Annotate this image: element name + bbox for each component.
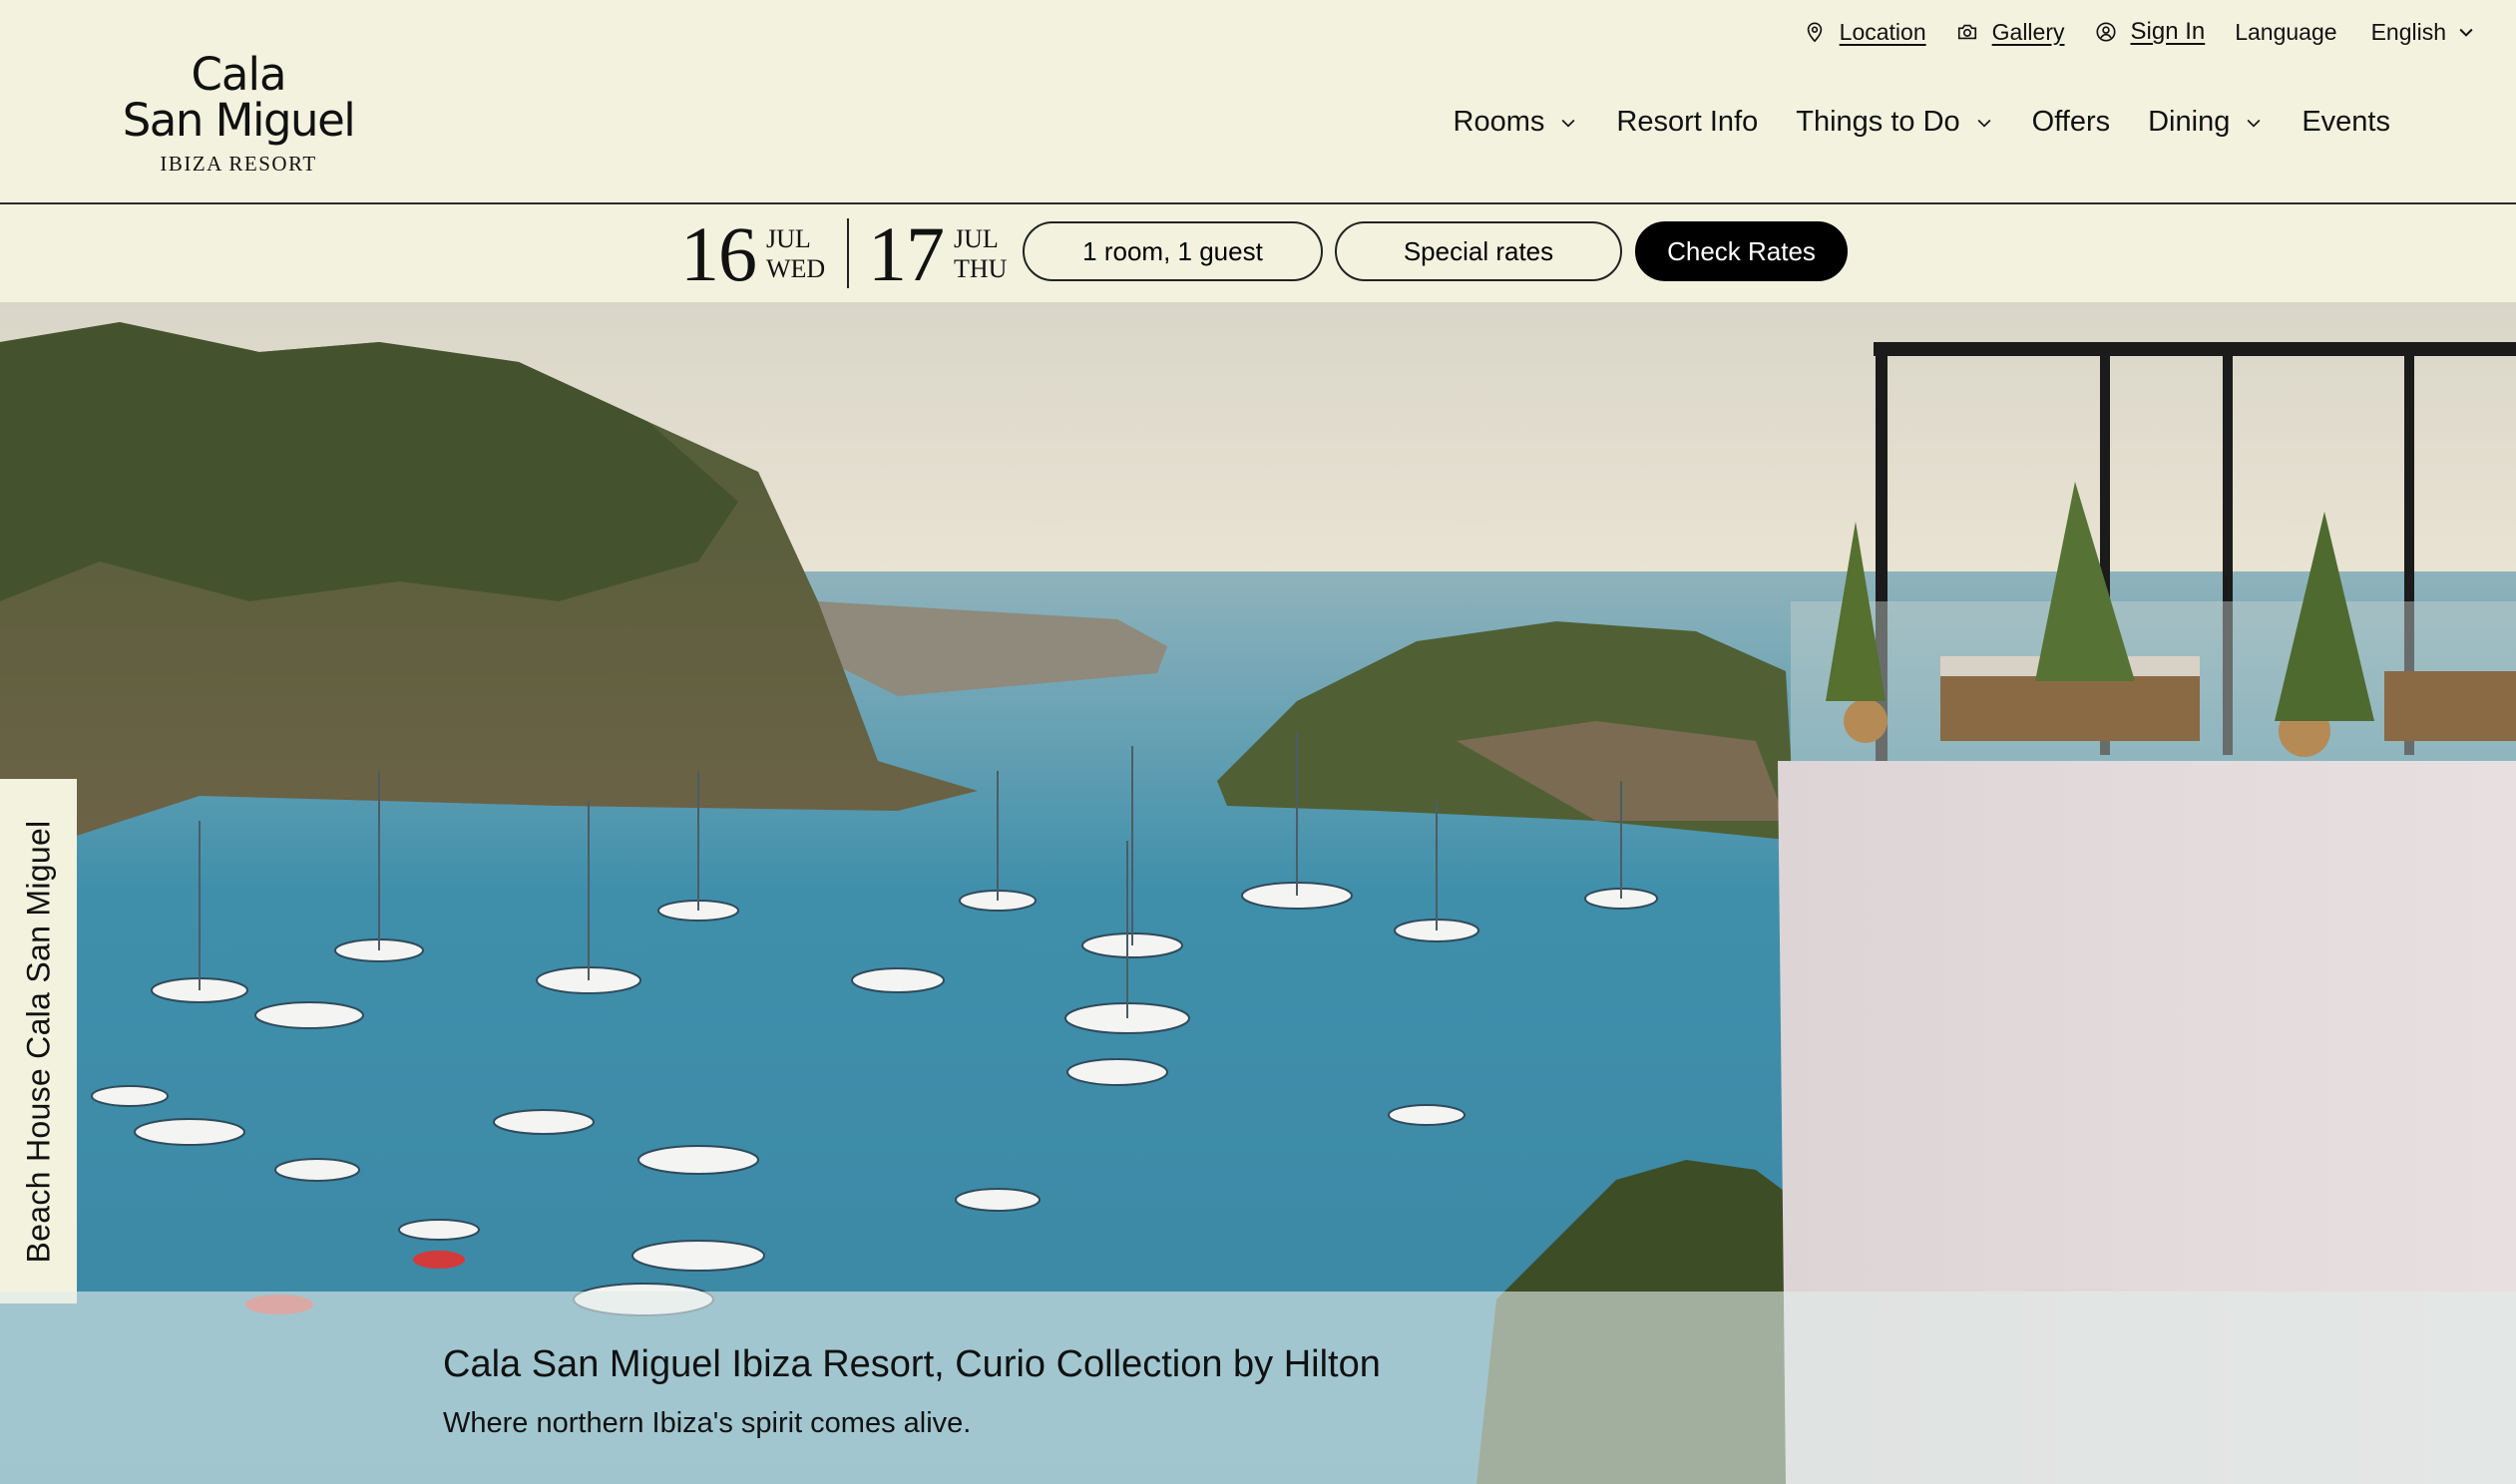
chevron-down-icon — [2459, 28, 2473, 37]
nav-item-rooms[interactable]: Rooms — [1454, 106, 1579, 139]
camera-icon — [1957, 24, 1976, 40]
main-nav: Rooms Resort Info Things to Do Offers Di… — [1416, 106, 2390, 139]
nav-item-events-label: Events — [2302, 106, 2390, 138]
nav-item-offers-label: Offers — [2031, 106, 2111, 138]
hero-title: Cala San Miguel Ibiza Resort, Curio Coll… — [443, 1343, 1381, 1385]
chevron-down-icon — [2247, 119, 2261, 128]
nav-item-things-to-do[interactable]: Things to Do — [1796, 106, 1993, 139]
logo-line-san-miguel: San Miguel — [122, 94, 356, 147]
language-label: Language — [2235, 19, 2336, 46]
user-circle-icon — [2095, 22, 2116, 42]
nav-item-offers[interactable]: Offers — [2032, 106, 2110, 139]
checkout-day: 17 — [868, 210, 945, 297]
checkin-month: JUL — [766, 224, 811, 253]
utility-nav: Location Gallery Sign In Language Englis… — [1774, 14, 2476, 50]
nav-item-dining-label: Dining — [2148, 106, 2231, 138]
rooms-guests-button[interactable]: 1 room, 1 guest — [1023, 221, 1323, 281]
site-header: Cala San Miguel IBIZA RESORT Location Ga… — [0, 0, 2516, 204]
map-pin-icon — [1807, 22, 1822, 43]
checkin-date[interactable]: 16 JUL WED — [680, 210, 826, 297]
chevron-down-icon — [1977, 119, 1991, 128]
nav-item-things-to-do-label: Things to Do — [1796, 106, 1960, 138]
nav-item-dining[interactable]: Dining — [2148, 106, 2264, 139]
special-rates-button[interactable]: Special rates — [1335, 221, 1622, 281]
hero-subtitle: Where northern Ibiza's spirit comes aliv… — [443, 1407, 972, 1439]
sign-in-label: Sign In — [2130, 18, 2206, 45]
date-divider — [847, 218, 849, 288]
chevron-down-icon — [1561, 119, 1575, 128]
location-link[interactable]: Location — [1804, 19, 1926, 46]
nav-item-rooms-label: Rooms — [1453, 106, 1545, 138]
checkout-month: JUL — [954, 224, 999, 253]
sign-in-link[interactable]: Sign In — [2095, 18, 2206, 46]
check-rates-button[interactable]: Check Rates — [1635, 221, 1848, 281]
resort-logo[interactable]: Cala San Miguel IBIZA RESORT — [108, 52, 369, 180]
checkin-weekday: WED — [766, 254, 826, 283]
language-select-value: English — [2370, 18, 2446, 45]
location-link-label: Location — [1839, 18, 1926, 45]
gallery-link-label: Gallery — [1991, 18, 2065, 45]
nav-item-resort-info[interactable]: Resort Info — [1616, 106, 1758, 139]
checkout-date[interactable]: 17 JUL THU — [868, 210, 1008, 297]
language-select[interactable]: English — [2371, 19, 2476, 46]
language-label-text: Language — [2235, 18, 2337, 45]
nav-item-events[interactable]: Events — [2302, 106, 2390, 139]
gallery-link[interactable]: Gallery — [1956, 19, 2065, 46]
logo-line-ibiza-resort: IBIZA RESORT — [160, 152, 317, 176]
beach-house-side-tab[interactable]: Beach House Cala San Miguel — [0, 779, 77, 1303]
checkout-weekday: THU — [954, 254, 1008, 283]
hero-caption: Cala San Miguel Ibiza Resort, Curio Coll… — [0, 1292, 2516, 1484]
logo-line-cala: Cala — [191, 48, 286, 101]
checkin-day: 16 — [680, 210, 757, 297]
nav-item-resort-info-label: Resort Info — [1616, 106, 1759, 138]
beach-house-side-tab-label: Beach House Cala San Miguel — [20, 820, 57, 1263]
booking-bar: 16 JUL WED 17 JUL THU 1 room, 1 guest Sp… — [0, 206, 2516, 302]
